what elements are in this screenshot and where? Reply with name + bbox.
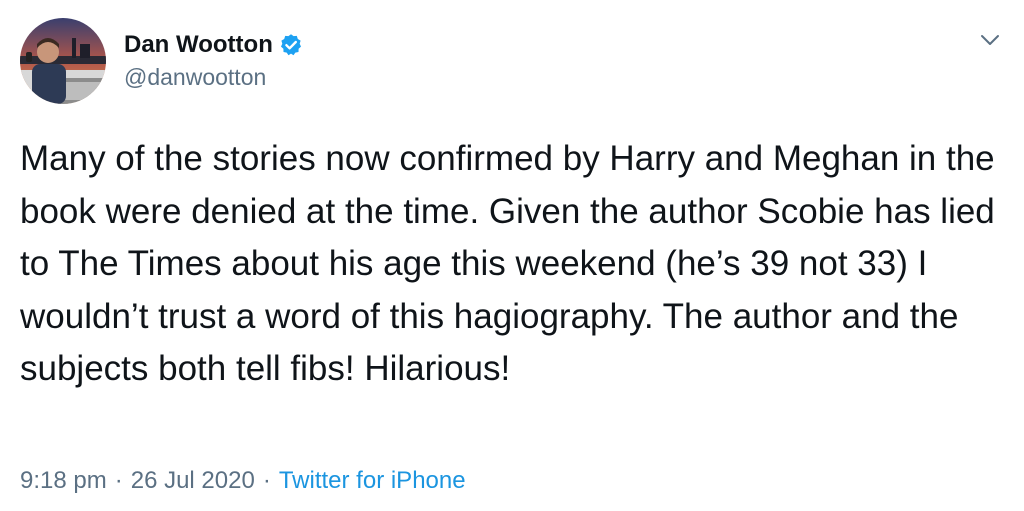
- display-name[interactable]: Dan Wootton: [124, 31, 273, 59]
- author-block: Dan Wootton @danwootton: [124, 28, 303, 91]
- tweet-source-link[interactable]: Twitter for iPhone: [279, 467, 466, 495]
- avatar[interactable]: [20, 18, 106, 104]
- display-name-row: Dan Wootton: [124, 28, 303, 62]
- chevron-down-icon[interactable]: [978, 30, 1002, 50]
- tweet-text: Many of the stories now confirmed by Har…: [20, 139, 1005, 388]
- tweet-time[interactable]: 9:18 pm: [20, 467, 107, 495]
- tweet-card: Dan Wootton @danwootton Many of the stor…: [0, 0, 1024, 511]
- handle[interactable]: @danwootton: [124, 64, 303, 91]
- tweet-meta: 9:18 pm · 26 Jul 2020 · Twitter for iPho…: [20, 467, 466, 495]
- tweet-date[interactable]: 26 Jul 2020: [131, 467, 255, 495]
- verified-badge-icon: [279, 33, 303, 57]
- meta-separator: ·: [114, 467, 123, 494]
- meta-separator: ·: [262, 467, 271, 494]
